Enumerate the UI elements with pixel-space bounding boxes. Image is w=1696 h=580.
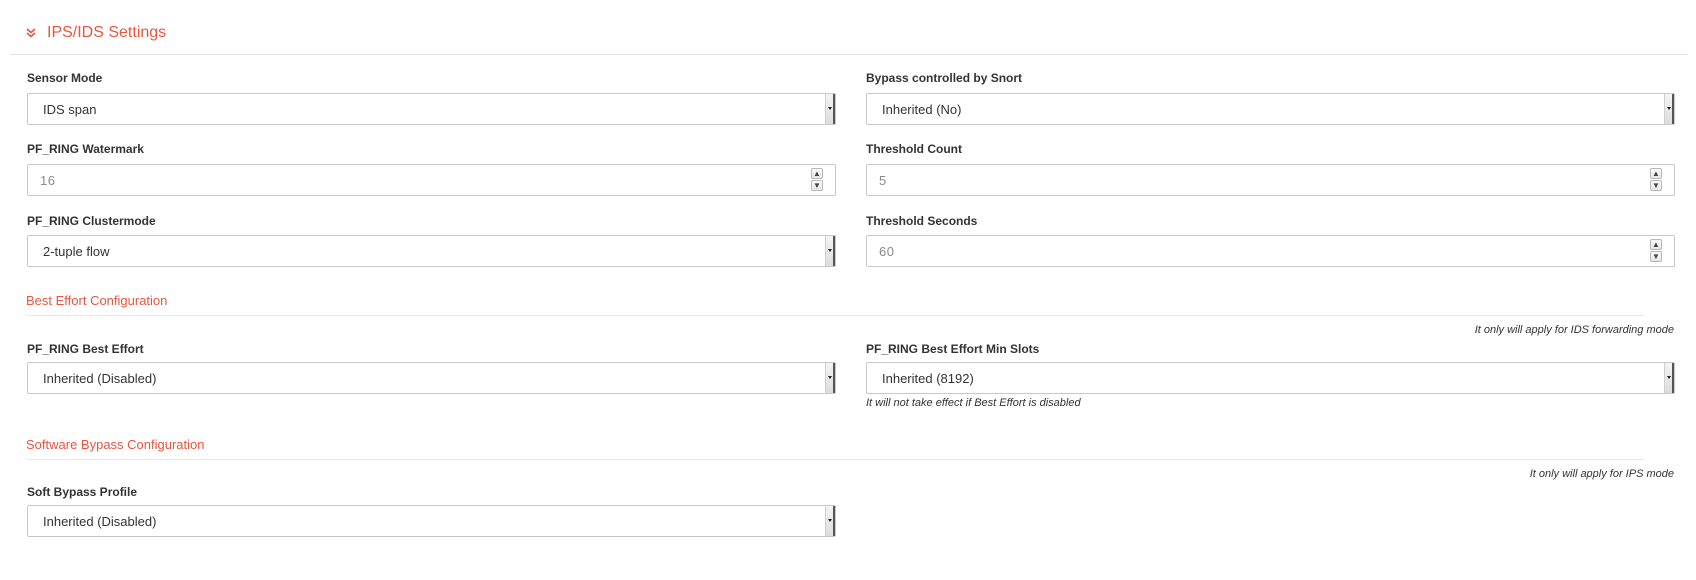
spin-up-icon[interactable]: ▲: [1650, 239, 1662, 250]
best-effort-section-header: Best Effort Configuration: [26, 285, 1644, 316]
panel-header: IPS/IDS Settings: [10, 0, 1688, 55]
threshold-seconds-spinner: ▲ ▼: [1650, 239, 1662, 263]
spin-down-icon[interactable]: ▼: [811, 180, 823, 191]
bypass-snort-select[interactable]: Inherited (No): [866, 93, 1675, 125]
best-effort-label: PF_RING Best Effort: [27, 342, 144, 356]
watermark-input[interactable]: 16 ▲ ▼: [27, 164, 836, 196]
watermark-label: PF_RING Watermark: [27, 142, 144, 156]
dropdown-arrow-icon: [825, 363, 835, 393]
best-effort-note: It only will apply for IDS forwarding mo…: [1474, 324, 1674, 336]
dropdown-arrow-icon: [1664, 94, 1674, 124]
panel-title: IPS/IDS Settings: [47, 24, 167, 41]
software-bypass-note: It only will apply for IPS mode: [1529, 468, 1674, 480]
sensor-mode-label: Sensor Mode: [27, 71, 103, 85]
spin-up-icon[interactable]: ▲: [1650, 168, 1662, 179]
threshold-count-spinner: ▲ ▼: [1650, 168, 1662, 192]
bypass-snort-value: Inherited (No): [882, 102, 962, 117]
software-bypass-section-header: Software Bypass Configuration: [26, 429, 1644, 460]
best-effort-value: Inherited (Disabled): [43, 371, 157, 386]
threshold-seconds-value: 60: [879, 244, 895, 259]
best-effort-min-slots-label: PF_RING Best Effort Min Slots: [866, 342, 1040, 356]
soft-bypass-value: Inherited (Disabled): [43, 514, 157, 529]
spin-up-icon[interactable]: ▲: [811, 168, 823, 179]
soft-bypass-select[interactable]: Inherited (Disabled): [27, 505, 836, 537]
software-bypass-section-title: Software Bypass Configuration: [26, 437, 205, 452]
clustermode-label: PF_RING Clustermode: [27, 214, 156, 228]
double-chevron-down-icon[interactable]: [26, 28, 36, 38]
sensor-mode-select[interactable]: IDS span: [27, 93, 836, 125]
threshold-seconds-input[interactable]: 60 ▲ ▼: [866, 235, 1675, 267]
threshold-seconds-label: Threshold Seconds: [866, 214, 978, 228]
bypass-snort-label: Bypass controlled by Snort: [866, 71, 1023, 85]
watermark-spinner: ▲ ▼: [811, 168, 823, 192]
threshold-count-input[interactable]: 5 ▲ ▼: [866, 164, 1675, 196]
dropdown-arrow-icon: [825, 94, 835, 124]
sensor-mode-value: IDS span: [43, 102, 97, 117]
threshold-count-value: 5: [879, 173, 887, 188]
best-effort-min-slots-help: It will not take effect if Best Effort i…: [866, 397, 1081, 409]
dropdown-arrow-icon: [825, 506, 835, 536]
best-effort-min-slots-value: Inherited (8192): [882, 371, 974, 386]
soft-bypass-label: Soft Bypass Profile: [27, 485, 138, 499]
best-effort-section-title: Best Effort Configuration: [26, 293, 168, 308]
dropdown-arrow-icon: [825, 236, 835, 266]
spin-down-icon[interactable]: ▼: [1650, 251, 1662, 262]
spin-down-icon[interactable]: ▼: [1650, 180, 1662, 191]
clustermode-select[interactable]: 2-tuple flow: [27, 235, 836, 267]
best-effort-min-slots-select[interactable]: Inherited (8192): [866, 362, 1675, 394]
best-effort-select[interactable]: Inherited (Disabled): [27, 362, 836, 394]
dropdown-arrow-icon: [1664, 363, 1674, 393]
threshold-count-label: Threshold Count: [866, 142, 962, 156]
clustermode-value: 2-tuple flow: [43, 244, 110, 259]
watermark-value: 16: [40, 173, 56, 188]
